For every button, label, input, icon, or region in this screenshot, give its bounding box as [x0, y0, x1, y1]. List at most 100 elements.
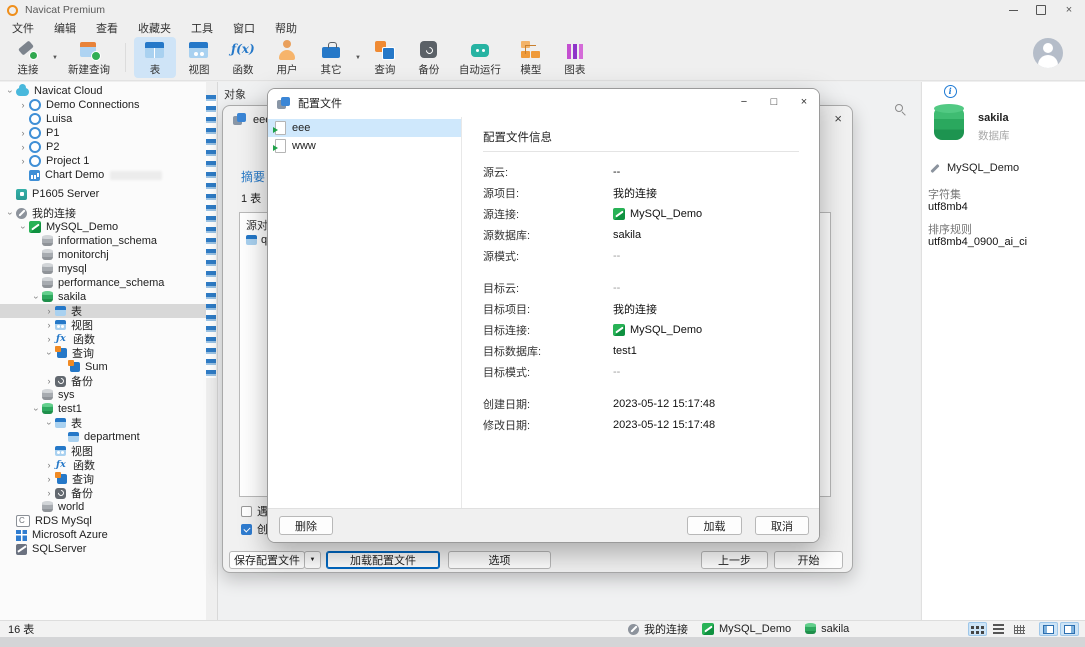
menu-item-tools[interactable]: 工具 — [181, 20, 223, 36]
tree-item-demo-connections[interactable]: ›Demo Connections — [0, 98, 206, 112]
wizard-close-icon[interactable]: × — [834, 111, 842, 126]
load-profile-button[interactable]: 加载配置文件 — [326, 551, 440, 569]
detail-view-button[interactable] — [1010, 622, 1029, 636]
tree-item-sum[interactable]: Sum — [0, 360, 206, 374]
chevron-collapsed-icon[interactable]: › — [43, 475, 55, 484]
toolbar-button-table[interactable]: 表 — [134, 37, 176, 78]
profile-item-www[interactable]: www — [268, 137, 461, 155]
toolbar-button-new-query[interactable]: 新建查询 — [61, 37, 117, 78]
tree-item-sakila-functions[interactable]: ›函数 — [0, 332, 206, 346]
toolbar-button-others[interactable]: 其它 — [310, 37, 352, 78]
options-button[interactable]: 选项 — [448, 551, 551, 569]
tree-item-sakila[interactable]: ›sakila — [0, 290, 206, 304]
chevron-collapsed-icon[interactable]: › — [17, 101, 29, 110]
checkbox-continue-on-error-box[interactable] — [241, 506, 252, 517]
back-button[interactable]: 上一步 — [701, 551, 768, 569]
menu-item-view[interactable]: 查看 — [86, 20, 128, 36]
tab-objects[interactable]: 对象 — [224, 86, 246, 102]
cancel-button[interactable]: 取消 — [755, 516, 809, 535]
tree-item-information-schema[interactable]: information_schema — [0, 234, 206, 248]
tree-item-test1-views[interactable]: 视图 — [0, 444, 206, 458]
toolbar-button-view[interactable]: 视图 — [178, 37, 220, 78]
tree-item-test1-queries[interactable]: ›查询 — [0, 472, 206, 486]
chevron-collapsed-icon[interactable]: › — [17, 129, 29, 138]
minimize-button[interactable] — [999, 0, 1027, 20]
tree-item-navicat-cloud[interactable]: ›Navicat Cloud — [0, 84, 206, 98]
checkbox-continue-on-error[interactable]: 遇 — [241, 503, 268, 519]
tree-item-chart-demo[interactable]: Chart Demo — [0, 168, 206, 182]
tree-item-test1-backup[interactable]: ›备份 — [0, 486, 206, 500]
chevron-expanded-icon[interactable]: › — [32, 403, 41, 415]
toolbar-button-backup[interactable]: 备份 — [408, 37, 450, 78]
tree-item-test1[interactable]: ›test1 — [0, 402, 206, 416]
tree-item-test1-tables[interactable]: ›表 — [0, 416, 206, 430]
checkbox-create-target[interactable]: 创 — [241, 521, 268, 537]
tree-item-p1605-server[interactable]: P1605 Server — [0, 187, 206, 201]
tree-item-sys[interactable]: sys — [0, 388, 206, 402]
menu-item-help[interactable]: 帮助 — [265, 20, 307, 36]
tree-item-sakila-queries[interactable]: ›查询 — [0, 346, 206, 360]
load-button[interactable]: 加载 — [687, 516, 742, 535]
toolbar-button-connection[interactable]: 连接 — [7, 37, 49, 78]
tree-item-world[interactable]: world — [0, 500, 206, 514]
tree-item-rds-mysql[interactable]: RDS MySql — [0, 514, 206, 528]
menu-item-file[interactable]: 文件 — [2, 20, 44, 36]
profile-item-eee[interactable]: eee — [268, 119, 461, 137]
tree-item-test1-functions[interactable]: ›函数 — [0, 458, 206, 472]
tree-item-monitorchj[interactable]: monitorchj — [0, 248, 206, 262]
tree-item-mysql-demo[interactable]: ›MySQL_Demo — [0, 220, 206, 234]
chevron-collapsed-icon[interactable]: › — [43, 461, 55, 470]
chevron-expanded-icon[interactable]: › — [45, 417, 54, 429]
tree-item-sakila-views[interactable]: ›视图 — [0, 318, 206, 332]
dialog-maximize-button[interactable]: □ — [759, 89, 789, 115]
tree-item-p1[interactable]: ›P1 — [0, 126, 206, 140]
dropdown-arrow-icon[interactable]: ▼ — [353, 35, 363, 80]
restore-button[interactable] — [1027, 0, 1055, 20]
chevron-expanded-icon[interactable]: › — [45, 347, 54, 359]
chevron-expanded-icon[interactable]: › — [6, 207, 15, 219]
tree-item-performance-schema[interactable]: performance_schema — [0, 276, 206, 290]
delete-profile-button[interactable]: 删除 — [279, 516, 333, 535]
tree-item-mysql[interactable]: mysql — [0, 262, 206, 276]
tree-item-microsoft-azure[interactable]: Microsoft Azure — [0, 528, 206, 542]
close-button[interactable]: × — [1055, 0, 1083, 20]
grid-view-button[interactable] — [968, 622, 987, 636]
user-avatar[interactable] — [1033, 38, 1063, 68]
info-icon[interactable] — [944, 85, 957, 98]
chevron-expanded-icon[interactable]: › — [6, 85, 15, 97]
chevron-collapsed-icon[interactable]: › — [43, 321, 55, 330]
chevron-collapsed-icon[interactable]: › — [17, 143, 29, 152]
tree-item-p2[interactable]: ›P2 — [0, 140, 206, 154]
right-pane-toggle-button[interactable] — [1060, 622, 1079, 636]
breadcrumb-item-my-connections[interactable]: 我的连接 — [628, 621, 688, 637]
save-profile-button[interactable]: 保存配置文件 — [229, 551, 305, 569]
chevron-collapsed-icon[interactable]: › — [43, 489, 55, 498]
chevron-collapsed-icon[interactable]: › — [43, 335, 55, 344]
tree-item-luisa[interactable]: Luisa — [0, 112, 206, 126]
search-icon[interactable] — [895, 104, 906, 115]
chevron-expanded-icon[interactable]: › — [32, 291, 41, 303]
list-view-button[interactable] — [989, 622, 1008, 636]
toolbar-button-function[interactable]: 函数 — [222, 37, 264, 78]
toolbar-button-automation[interactable]: 自动运行 — [452, 37, 508, 78]
toolbar-button-model[interactable]: 模型 — [510, 37, 552, 78]
dropdown-arrow-icon[interactable]: ▼ — [50, 35, 60, 80]
toolbar-button-user[interactable]: 用户 — [266, 37, 308, 78]
tree-item-my-connections[interactable]: ›我的连接 — [0, 206, 206, 220]
chevron-collapsed-icon[interactable]: › — [43, 307, 55, 316]
breadcrumb-item-sakila[interactable]: sakila — [805, 623, 849, 635]
chevron-expanded-icon[interactable]: › — [19, 221, 28, 233]
toolbar-button-query[interactable]: 查询 — [364, 37, 406, 78]
toolbar-button-charts[interactable]: 图表 — [554, 37, 596, 78]
save-profile-dropdown-arrow[interactable]: ▼ — [304, 551, 321, 569]
breadcrumb-item-mysql-demo[interactable]: MySQL_Demo — [702, 623, 791, 635]
menu-item-edit[interactable]: 编辑 — [44, 20, 86, 36]
left-pane-toggle-button[interactable] — [1039, 622, 1058, 636]
start-button[interactable]: 开始 — [774, 551, 843, 569]
tree-item-sqlserver[interactable]: SQLServer — [0, 542, 206, 556]
tree-item-sakila-tables[interactable]: ›表 — [0, 304, 206, 318]
tree-item-project-1[interactable]: ›Project 1 — [0, 154, 206, 168]
dialog-minimize-button[interactable]: − — [729, 89, 759, 115]
menu-item-window[interactable]: 窗口 — [223, 20, 265, 36]
chevron-collapsed-icon[interactable]: › — [43, 377, 55, 386]
